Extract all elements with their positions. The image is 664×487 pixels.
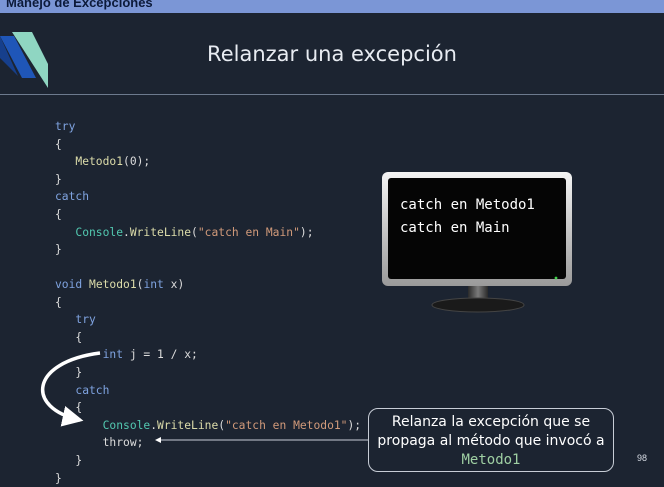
console-line: catch en Metodo1 [400, 197, 535, 213]
console-line: catch en Main [400, 220, 510, 236]
page-number: 98 [637, 453, 648, 463]
callout-description: Relanza la excepción que se propaga al m… [377, 414, 605, 449]
console-output: catch en Metodo1 catch en Main [400, 194, 535, 240]
callout-text: Relanza la excepción que se propaga al m… [372, 413, 610, 470]
exception-flow-arrow [40, 351, 101, 427]
callout-code: Metodo1 [461, 452, 521, 468]
